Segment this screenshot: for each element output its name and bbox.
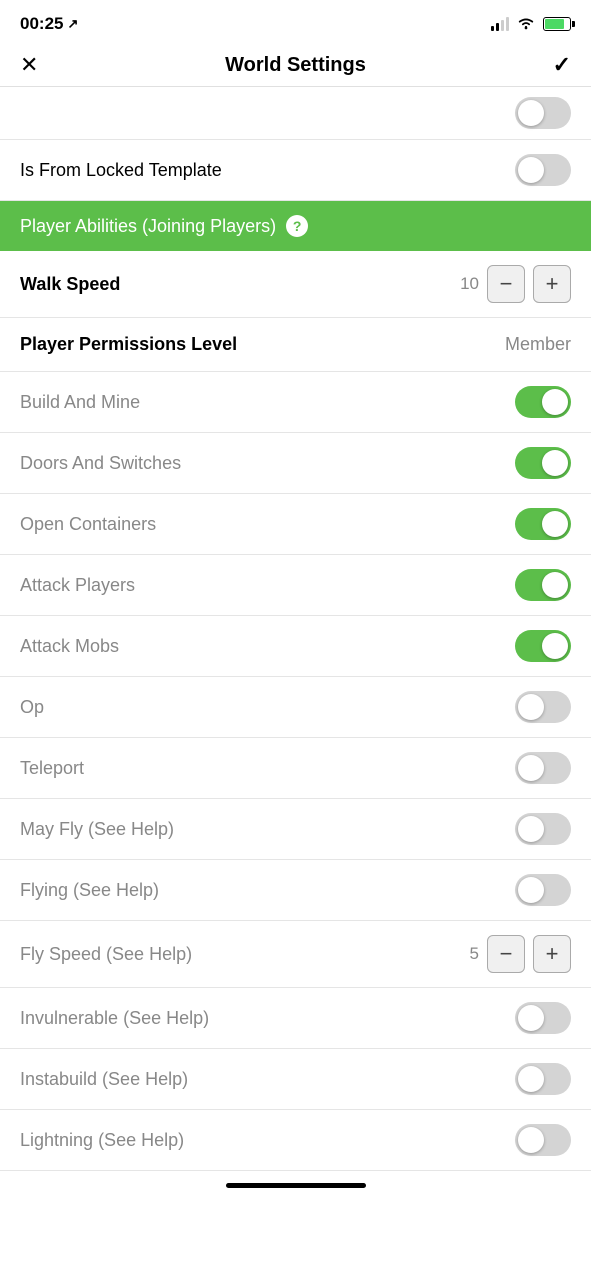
toggle-switch[interactable] <box>515 508 571 540</box>
signal-icon <box>491 17 509 31</box>
toggle-row: Instabuild (See Help) <box>0 1049 591 1110</box>
toggle-switch[interactable] <box>515 1124 571 1156</box>
home-bar <box>226 1183 366 1188</box>
fly-speed-label: Fly Speed (See Help) <box>20 944 192 965</box>
toggle-row-label: Attack Mobs <box>20 636 119 657</box>
is-from-locked-template-row: Is From Locked Template <box>0 140 591 201</box>
toggle-row: Attack Mobs <box>0 616 591 677</box>
toggle-row-label: Open Containers <box>20 514 156 535</box>
toggle-row: Flying (See Help) <box>0 860 591 921</box>
walk-speed-row: Walk Speed 10 − + <box>0 251 591 318</box>
player-permissions-value: Member <box>505 334 571 355</box>
toggle-switch[interactable] <box>515 569 571 601</box>
fly-speed-stepper: 5 − + <box>459 935 571 973</box>
fly-speed-increment[interactable]: + <box>533 935 571 973</box>
toggle-switch[interactable] <box>515 386 571 418</box>
status-bar: 00:25 ↗ <box>0 0 591 44</box>
toggle-row: May Fly (See Help) <box>0 799 591 860</box>
fly-speed-row: Fly Speed (See Help) 5 − + <box>0 921 591 988</box>
toggle-switch[interactable] <box>515 630 571 662</box>
fly-speed-decrement[interactable]: − <box>487 935 525 973</box>
player-abilities-section-header: Player Abilities (Joining Players) ? <box>0 201 591 251</box>
player-permissions-row: Player Permissions Level Member <box>0 318 591 372</box>
toggle-switch[interactable] <box>515 1002 571 1034</box>
toggle-row: Lightning (See Help) <box>0 1110 591 1171</box>
toggle-row-label: Teleport <box>20 758 84 779</box>
toggle-row: Teleport <box>0 738 591 799</box>
battery-icon <box>543 17 571 31</box>
help-badge[interactable]: ? <box>286 215 308 237</box>
save-button[interactable]: ✓ <box>553 52 571 78</box>
walk-speed-decrement[interactable]: − <box>487 265 525 303</box>
toggle-rows: Build And Mine Doors And Switches Open Con… <box>0 372 591 921</box>
toggle-switch[interactable] <box>515 752 571 784</box>
fly-speed-value: 5 <box>459 944 479 964</box>
status-time: 00:25 ↗ <box>20 14 78 34</box>
toggle-row-label: Invulnerable (See Help) <box>20 1008 209 1029</box>
toggle-row-label: Op <box>20 697 44 718</box>
is-from-locked-template-toggle[interactable] <box>515 154 571 186</box>
player-abilities-label: Player Abilities (Joining Players) <box>20 216 276 237</box>
toggle-row-label: Attack Players <box>20 575 135 596</box>
nav-bar: ✕ World Settings ✓ <box>0 44 591 87</box>
toggle-row: Op <box>0 677 591 738</box>
toggle-row: Attack Players <box>0 555 591 616</box>
player-permissions-label: Player Permissions Level <box>20 334 237 355</box>
wifi-icon <box>517 16 535 33</box>
walk-speed-stepper: 10 − + <box>459 265 571 303</box>
toggle-row: Invulnerable (See Help) <box>0 988 591 1049</box>
toggle-rows-bottom: Invulnerable (See Help) Instabuild (See H… <box>0 988 591 1171</box>
toggle-switch[interactable] <box>515 813 571 845</box>
walk-speed-label: Walk Speed <box>20 274 120 295</box>
is-from-locked-template-label: Is From Locked Template <box>20 160 222 181</box>
toggle-row-label: Lightning (See Help) <box>20 1130 184 1151</box>
toggle-row-label: Build And Mine <box>20 392 140 413</box>
toggle-row-label: Instabuild (See Help) <box>20 1069 188 1090</box>
toggle-switch[interactable] <box>515 1063 571 1095</box>
toggle-switch[interactable] <box>515 691 571 723</box>
toggle-switch[interactable] <box>515 874 571 906</box>
partial-toggle[interactable] <box>515 97 571 129</box>
close-button[interactable]: ✕ <box>20 54 38 76</box>
partial-row <box>0 87 591 140</box>
walk-speed-value: 10 <box>459 274 479 294</box>
toggle-switch[interactable] <box>515 447 571 479</box>
time-label: 00:25 <box>20 14 63 34</box>
status-right <box>491 16 571 33</box>
toggle-row: Doors And Switches <box>0 433 591 494</box>
location-icon: ↗ <box>67 16 78 32</box>
toggle-row: Build And Mine <box>0 372 591 433</box>
toggle-row-label: May Fly (See Help) <box>20 819 174 840</box>
toggle-row-label: Doors And Switches <box>20 453 181 474</box>
toggle-row-label: Flying (See Help) <box>20 880 159 901</box>
home-indicator <box>0 1171 591 1196</box>
toggle-row: Open Containers <box>0 494 591 555</box>
page-title: World Settings <box>225 54 366 77</box>
walk-speed-increment[interactable]: + <box>533 265 571 303</box>
